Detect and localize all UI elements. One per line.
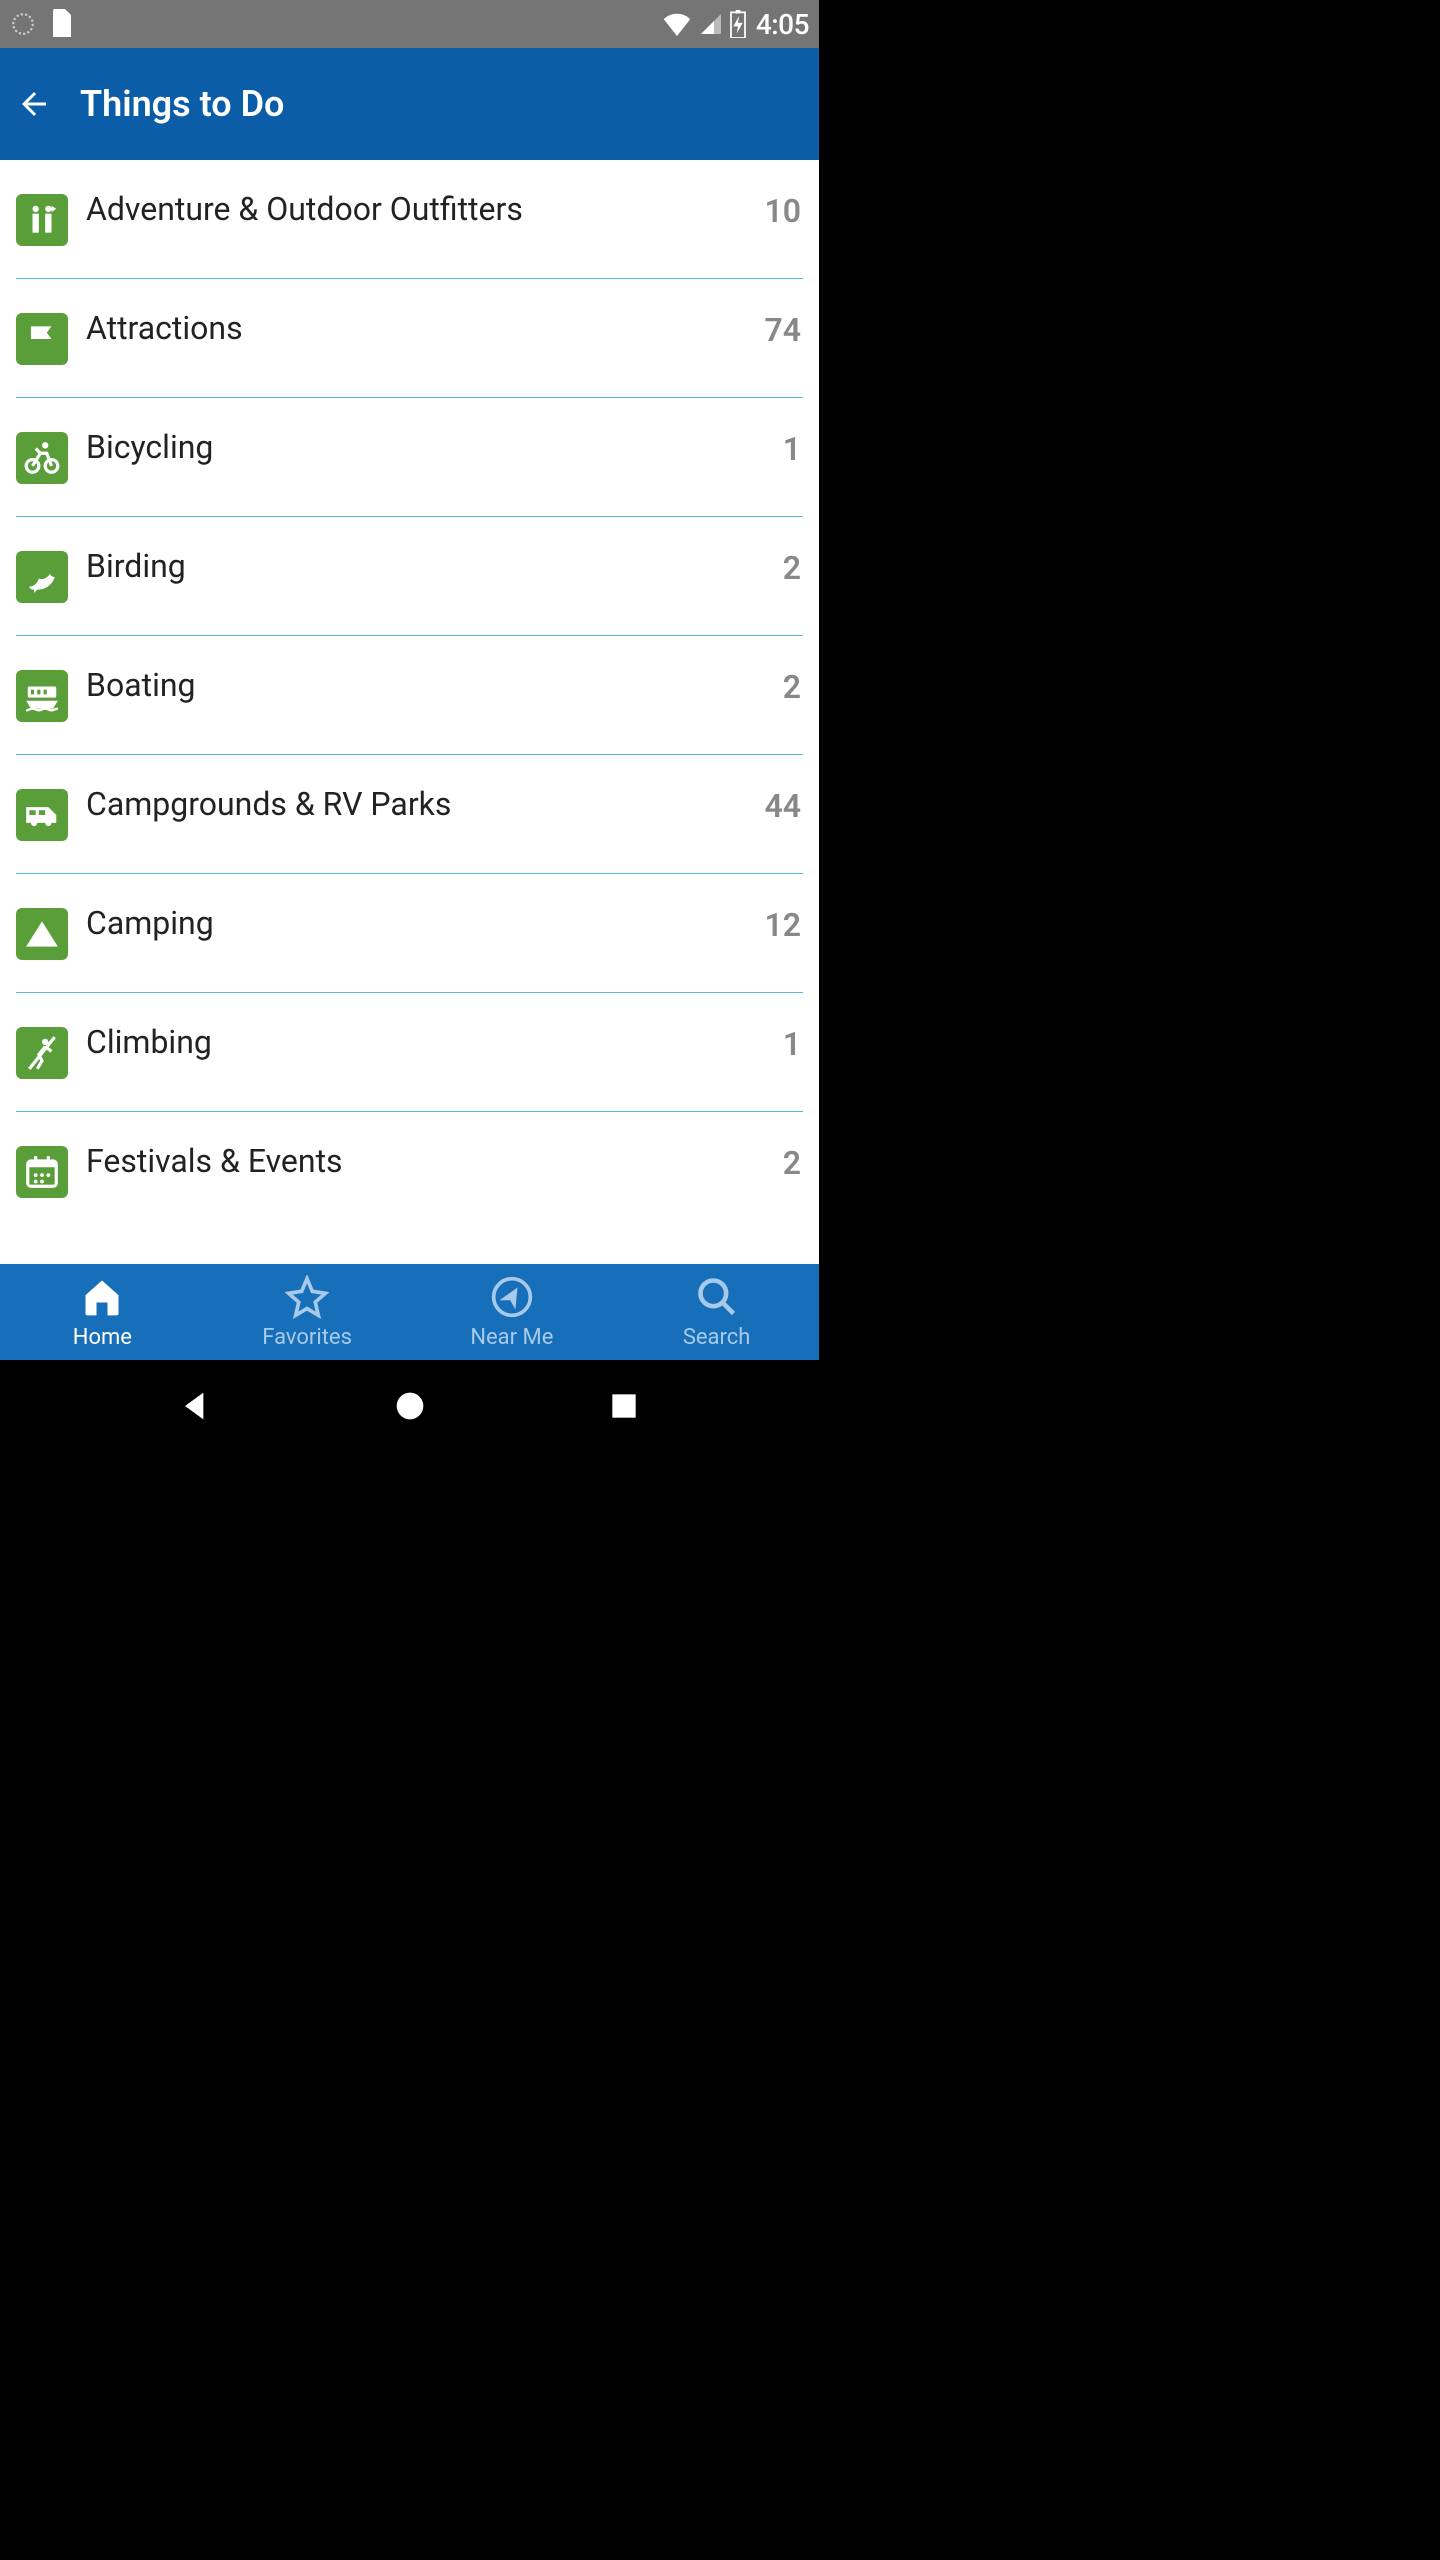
category-label: Festivals & Events bbox=[68, 1144, 783, 1179]
category-row[interactable]: Adventure & Outdoor Outfitters10 bbox=[16, 160, 803, 279]
app-bar: Things to Do bbox=[0, 48, 819, 160]
category-count: 44 bbox=[764, 787, 803, 825]
tent-icon bbox=[16, 908, 68, 960]
calendar-icon bbox=[16, 1146, 68, 1198]
category-count: 2 bbox=[783, 1144, 803, 1182]
category-label: Birding bbox=[68, 549, 783, 584]
tab-label: Home bbox=[73, 1325, 132, 1350]
bike-icon bbox=[16, 432, 68, 484]
compass-icon bbox=[490, 1275, 534, 1323]
category-count: 1 bbox=[783, 1025, 803, 1063]
category-row[interactable]: Camping12 bbox=[16, 874, 803, 993]
category-label: Bicycling bbox=[68, 430, 783, 465]
nav-recent-icon[interactable] bbox=[604, 1386, 644, 1430]
category-row[interactable]: Birding2 bbox=[16, 517, 803, 636]
tab-favorites[interactable]: Favorites bbox=[205, 1264, 410, 1360]
battery-charging-icon bbox=[730, 10, 746, 38]
tab-near-me[interactable]: Near Me bbox=[410, 1264, 615, 1360]
category-label: Adventure & Outdoor Outfitters bbox=[68, 192, 764, 227]
tab-label: Near Me bbox=[470, 1325, 553, 1350]
category-list: Adventure & Outdoor Outfitters10Attracti… bbox=[0, 160, 819, 1264]
tab-label: Favorites bbox=[262, 1325, 352, 1350]
climb-icon bbox=[16, 1027, 68, 1079]
tab-home[interactable]: Home bbox=[0, 1264, 205, 1360]
category-row[interactable]: Climbing1 bbox=[16, 993, 803, 1112]
sd-card-icon bbox=[50, 9, 74, 39]
star-icon bbox=[285, 1275, 329, 1323]
flag-icon bbox=[16, 313, 68, 365]
bird-icon bbox=[16, 551, 68, 603]
wifi-icon bbox=[662, 12, 692, 36]
search-icon bbox=[695, 1275, 739, 1323]
category-label: Camping bbox=[68, 906, 764, 941]
category-count: 2 bbox=[783, 668, 803, 706]
back-arrow-icon[interactable] bbox=[16, 86, 52, 122]
tab-label: Search bbox=[683, 1325, 751, 1350]
category-count: 1 bbox=[783, 430, 803, 468]
bottom-tabs: Home Favorites Near Me Search bbox=[0, 1264, 819, 1360]
rv-icon bbox=[16, 789, 68, 841]
outfitters-icon bbox=[16, 194, 68, 246]
nav-home-icon[interactable] bbox=[390, 1386, 430, 1430]
category-count: 10 bbox=[764, 192, 803, 230]
page-title: Things to Do bbox=[80, 83, 284, 125]
category-label: Boating bbox=[68, 668, 783, 703]
category-row[interactable]: Campgrounds & RV Parks44 bbox=[16, 755, 803, 874]
category-count: 74 bbox=[764, 311, 803, 349]
status-time: 4:05 bbox=[756, 8, 809, 41]
category-row[interactable]: Attractions74 bbox=[16, 279, 803, 398]
boat-icon bbox=[16, 670, 68, 722]
category-count: 12 bbox=[764, 906, 803, 944]
signal-icon bbox=[698, 12, 724, 36]
tab-search[interactable]: Search bbox=[614, 1264, 819, 1360]
category-count: 2 bbox=[783, 549, 803, 587]
category-row[interactable]: Bicycling1 bbox=[16, 398, 803, 517]
loading-icon bbox=[10, 11, 36, 37]
status-bar: 4:05 bbox=[0, 0, 819, 48]
category-row[interactable]: Festivals & Events2 bbox=[16, 1112, 803, 1230]
system-nav-bar bbox=[0, 1360, 819, 1456]
category-row[interactable]: Boating2 bbox=[16, 636, 803, 755]
nav-back-icon[interactable] bbox=[175, 1386, 215, 1430]
category-label: Campgrounds & RV Parks bbox=[68, 787, 764, 822]
category-label: Climbing bbox=[68, 1025, 783, 1060]
category-label: Attractions bbox=[68, 311, 764, 346]
home-icon bbox=[80, 1275, 124, 1323]
